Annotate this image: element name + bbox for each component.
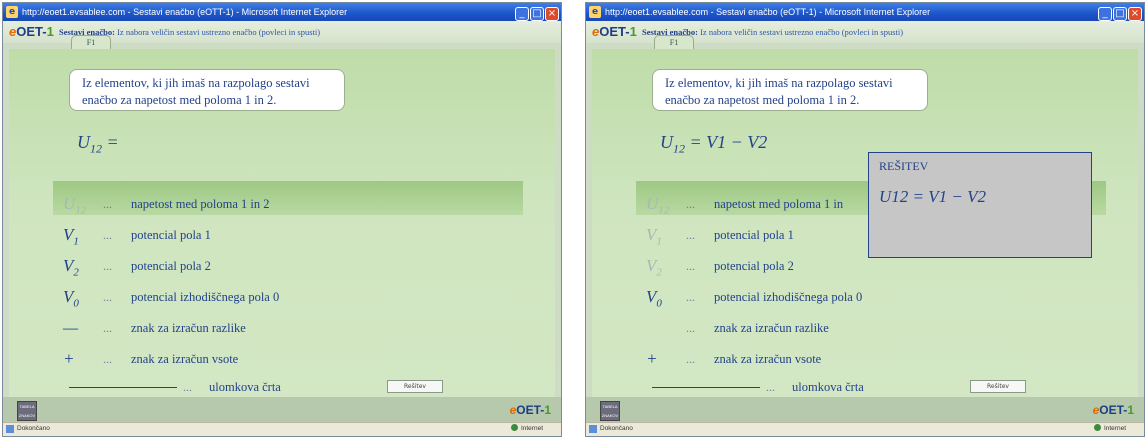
solution-panel: REŠITEV U12 = V1 − V2 [868, 152, 1092, 258]
fraction-line [69, 387, 177, 388]
maximize-icon[interactable]: □ [530, 7, 544, 21]
symbol: U12 [63, 194, 87, 217]
legend-highlight-band [53, 181, 523, 215]
browser-window-right: e http://eoet1.evsablee.com - Sestavi ena… [585, 2, 1145, 437]
security-zone: Internet [510, 423, 543, 435]
symbol-table-button[interactable]: TABELA ZNAKOV [600, 401, 620, 421]
status-text: Dokončano [600, 425, 633, 432]
browser-window-left: e http://eoet1.evsablee.com - Sestavi ena… [2, 2, 562, 437]
solution-button[interactable]: Rešitev [387, 380, 443, 393]
status-bar: Dokončano Internet [586, 422, 1144, 436]
status-text: Dokončano [17, 425, 50, 432]
solution-title: REŠITEV [879, 159, 929, 173]
symbol: U12 [646, 194, 670, 217]
symbol: V1 [63, 225, 79, 248]
minimize-icon[interactable]: _ [1098, 7, 1112, 21]
app-footer: TABELA ZNAKOV eOET-1 [586, 397, 1144, 423]
maximize-icon[interactable]: □ [1113, 7, 1127, 21]
close-icon[interactable]: × [545, 7, 559, 21]
plus-sign: + [63, 349, 75, 368]
plus-sign: + [646, 349, 658, 368]
symbol: V0 [63, 287, 79, 310]
symbol: V2 [63, 256, 79, 279]
fraction-line [652, 387, 760, 388]
main-content: Iz elementov, ki jih imaš na razpolago s… [592, 49, 1138, 397]
equation-drop-area[interactable]: U12 = V1 − V2 [660, 132, 767, 157]
symbol-table-button[interactable]: TABELA ZNAKOV [17, 401, 37, 421]
globe-icon [510, 424, 518, 431]
tab-f1[interactable]: F1 [654, 35, 694, 50]
window-title: http://eoet1.evsablee.com - Sestavi enač… [605, 7, 931, 17]
solution-button[interactable]: Rešitev [970, 380, 1026, 393]
ie-icon: e [589, 6, 601, 18]
symbol: V1 [646, 225, 662, 248]
eoet-logo: eOET-1 [592, 24, 637, 39]
globe-icon [1093, 424, 1101, 431]
eoet-logo: eOET-1 [9, 24, 54, 39]
minus-sign: — [63, 318, 79, 337]
solution-equation: U12 = V1 − V2 [879, 187, 986, 206]
title-bar: e http://eoet1.evsablee.com - Sestavi ena… [586, 3, 1144, 21]
footer-logo: eOET-1 [509, 403, 551, 417]
tab-f1[interactable]: F1 [71, 35, 111, 50]
window-title: http://eoet1.evsablee.com - Sestavi enač… [22, 7, 348, 17]
instruction-box: Iz elementov, ki jih imaš na razpolago s… [652, 69, 928, 111]
page-icon [6, 425, 14, 433]
symbol: V0 [646, 287, 662, 310]
main-content: Iz elementov, ki jih imaš na razpolago s… [9, 49, 555, 397]
close-icon[interactable]: × [1128, 7, 1142, 21]
status-bar: Dokončano Internet [3, 422, 561, 436]
page-icon [589, 425, 597, 433]
symbol: V2 [646, 256, 662, 279]
ie-icon: e [6, 6, 18, 18]
title-bar: e http://eoet1.evsablee.com - Sestavi ena… [3, 3, 561, 21]
footer-logo: eOET-1 [1092, 403, 1134, 417]
instruction-box: Iz elementov, ki jih imaš na razpolago s… [69, 69, 345, 111]
app-footer: TABELA ZNAKOV eOET-1 [3, 397, 561, 423]
equation-drop-area[interactable]: U12 = [77, 132, 119, 157]
minimize-icon[interactable]: _ [515, 7, 529, 21]
security-zone: Internet [1093, 423, 1126, 435]
